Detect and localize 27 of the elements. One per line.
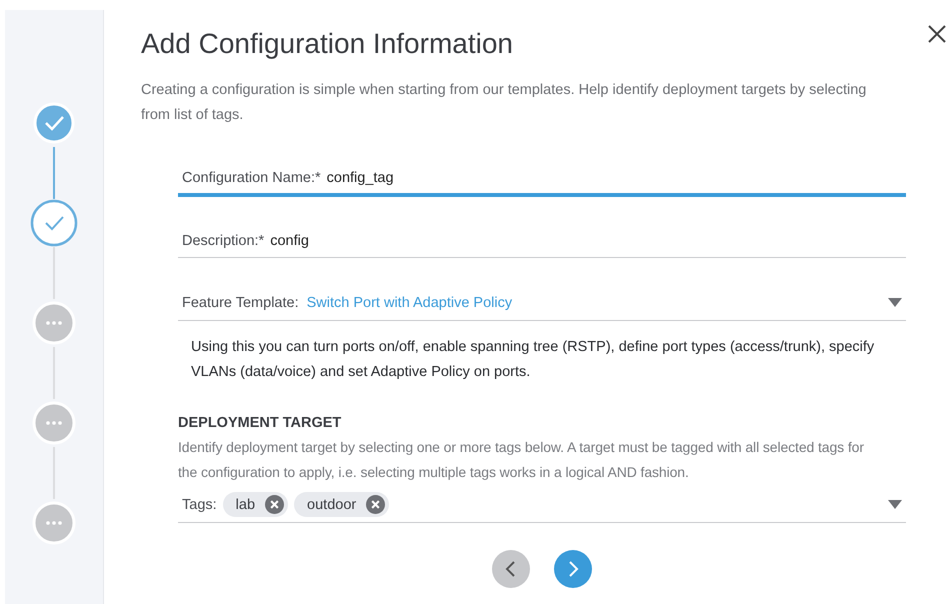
next-button[interactable] <box>554 550 592 588</box>
feature-template-dropdown[interactable]: Feature Template: Switch Port with Adaptive Policy <box>178 285 906 321</box>
caret-icon <box>888 298 902 307</box>
section-description: Identify deployment target by selecting one or more tags below. A target must be tagged with all selected tags for the configuration to apply, i.e. selecting multiple tags works in a logical AND fashion. <box>178 438 865 482</box>
caret-icon <box>888 500 902 509</box>
pending-step-icon[interactable] <box>30 299 78 347</box>
remove-icon[interactable] <box>265 495 284 514</box>
field-value: config <box>270 232 309 248</box>
field-label: Description:* <box>182 232 264 248</box>
tag-label: outdoor <box>307 496 356 512</box>
pending-step-icon[interactable] <box>30 499 78 547</box>
field-value: config_tag <box>326 170 394 186</box>
intro-text: Creating a configuration is simple when starting from our templates. Help identify deployment targets by selecting from list of tags. <box>141 81 868 125</box>
pending-step-icon[interactable] <box>30 399 78 447</box>
field-label: Tags: <box>182 496 217 512</box>
field-label: Configuration Name:* <box>182 170 321 186</box>
close-button[interactable] <box>928 25 946 43</box>
text-field[interactable]: Configuration Name:* config_tag <box>178 162 906 197</box>
tag-label: lab <box>236 496 256 512</box>
completed-step-icon[interactable] <box>30 199 78 247</box>
template-help-text: Using this you can turn ports on/off, enable spanning tree (RSTP), define port types (access/trunk), specify VLANs (data/voice) and set Adaptive Policy on ports. <box>191 338 876 382</box>
section-heading: DEPLOYMENT TARGET <box>178 414 342 433</box>
text-field[interactable]: Description:* config <box>178 224 906 258</box>
tags-field[interactable]: Tags: lab outdoor <box>178 487 906 523</box>
dialog-title: Add Configuration Information <box>141 27 514 61</box>
field-label: Feature Template: <box>182 294 299 310</box>
remove-icon[interactable] <box>366 495 386 514</box>
